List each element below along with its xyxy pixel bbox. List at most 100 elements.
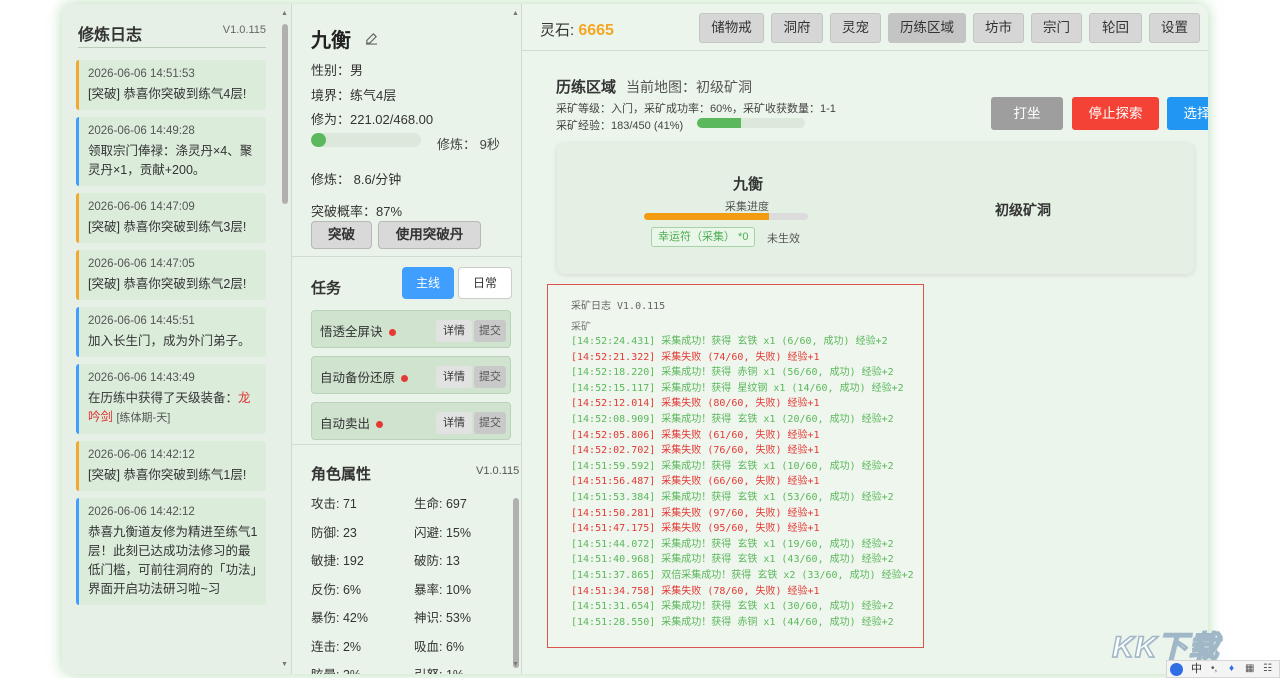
ime-logo-icon	[1170, 663, 1183, 676]
log-time: 2026-06-06 14:45:51	[88, 315, 195, 327]
log-version: V1.0.115	[222, 24, 266, 36]
task-section: 任务 主线 日常 悟透全屏诀 详情 提交 自动备份还原 详情 提交 自动卖出 详…	[292, 257, 521, 445]
stop-explore-button[interactable]: 停止探索	[1072, 97, 1159, 130]
scroll-down-icon[interactable]: ▼	[281, 661, 288, 668]
cultivation-log-panel: 修炼日志 V1.0.115 2026-06-06 14:51:53 [突破] 恭…	[62, 4, 292, 674]
edit-icon[interactable]	[365, 32, 378, 45]
meditate-button[interactable]: 打坐	[991, 97, 1063, 130]
log-message: 在历练中获得了天级装备：龙吟剑 [练体期-天]	[88, 389, 258, 428]
scroll-up-icon[interactable]: ▲	[512, 10, 519, 17]
ime-keyboard-icon[interactable]: ▦	[1245, 661, 1254, 677]
nav-storage-ring[interactable]: 储物戒	[699, 13, 764, 43]
mining-exp-bar	[697, 118, 805, 128]
attribute-row: 攻击: 71 生命: 697	[311, 493, 516, 522]
tab-daily-quest[interactable]: 日常	[458, 267, 512, 299]
log-time: 2026-06-06 14:42:12	[88, 449, 195, 461]
log-time: 2026-06-06 14:51:53	[88, 68, 195, 80]
attribute-value: 反伤: 6%	[311, 582, 362, 597]
select-map-button[interactable]: 选择地图	[1167, 97, 1208, 130]
scroll-down-icon[interactable]: ▼	[512, 661, 519, 668]
use-pill-button[interactable]: 使用突破丹	[378, 221, 481, 249]
main-area: 灵石: 6665 储物戒 洞府 灵宠 历练区域 坊市 宗门 轮回 设置 历练区域…	[522, 4, 1208, 674]
cultivation-progress-bar	[311, 133, 421, 147]
log-message: 加入长生门，成为外门弟子。	[88, 334, 251, 348]
ime-menu-icon[interactable]: ☷	[1263, 661, 1272, 677]
mining-log: 采矿日志 V1.0.115 采矿 [14:52:24.431] 采集成功！获得 …	[547, 284, 924, 648]
task-name: 自动备份还原	[320, 367, 409, 386]
mining-log-line: [14:52:18.220] 采集成功！获得 赤铜 x1 (56/60, 成功)…	[571, 367, 894, 379]
mining-log-line: [14:51:56.487] 采集失败 (66/60, 失败) 经验+1	[571, 476, 820, 488]
task-title: 任务	[311, 280, 342, 297]
nav-explore-area[interactable]: 历练区域	[888, 13, 966, 43]
task-submit-button[interactable]: 提交	[474, 320, 506, 342]
notification-dot-icon	[388, 329, 396, 337]
mining-log-line: [14:51:53.384] 采集成功！获得 玄铁 x1 (53/60, 成功)…	[571, 491, 894, 503]
scroll-up-icon[interactable]: ▲	[281, 10, 288, 17]
mine-map-name: 初级矿洞	[995, 202, 1051, 218]
ime-microphone-icon[interactable]: ♦	[1229, 661, 1234, 677]
ime-language[interactable]: 中	[1191, 661, 1202, 677]
attribute-row: 防御: 23 闪避: 15%	[311, 522, 516, 551]
attribute-value: 眩晕: 3%	[311, 664, 361, 674]
task-submit-button[interactable]: 提交	[474, 366, 506, 388]
log-scrollbar[interactable]: ▲ ▼	[281, 8, 289, 670]
task-name-text: 自动备份还原	[320, 371, 396, 385]
mining-log-subtitle: 采矿	[571, 322, 591, 333]
gather-progress-fill	[644, 213, 769, 220]
breakthrough-button[interactable]: 突破	[311, 221, 372, 249]
spirit-stone-counter: 灵石: 6665	[540, 19, 614, 40]
task-detail-button[interactable]: 详情	[436, 412, 472, 434]
tab-main-quest[interactable]: 主线	[402, 267, 454, 299]
mining-log-line: [14:51:59.592] 采集成功！获得 玄铁 x1 (10/60, 成功)…	[571, 460, 894, 472]
mining-log-line: [14:52:12.014] 采集失败 (80/60, 失败) 经验+1	[571, 398, 820, 410]
attribute-row: 暴伤: 42% 神识: 53%	[311, 607, 516, 636]
mining-log-title: 采矿日志 V1.0.115	[571, 301, 666, 312]
character-name: 九衡	[311, 30, 351, 52]
mining-log-line: [14:52:21.322] 采集失败 (74/60, 失败) 经验+1	[571, 351, 820, 363]
mining-log-line: [14:51:37.865] 双倍采集成功！获得 玄铁 x2 (33/60, 成…	[571, 569, 914, 581]
attribute-value: 暴伤: 42%	[311, 611, 368, 625]
attribute-row: 敏捷: 192 破防: 13	[311, 550, 516, 579]
nav-market[interactable]: 坊市	[973, 13, 1024, 43]
task-detail-button[interactable]: 详情	[436, 320, 472, 342]
nav-sect[interactable]: 宗门	[1031, 13, 1082, 43]
ime-punctuation-icon[interactable]: •,	[1211, 661, 1217, 677]
character-scrollbar[interactable]: ▲ ▼	[512, 8, 520, 670]
top-bar: 灵石: 6665 储物戒 洞府 灵宠 历练区域 坊市 宗门 轮回 设置	[522, 4, 1208, 51]
log-message: 恭喜九衡道友修为精进至练气1层！此刻已达成功法修习的最低门槛，可前往洞府的「功法…	[88, 525, 258, 596]
nav-reincarnation[interactable]: 轮回	[1089, 13, 1142, 43]
realm-label: 境界：练气4层	[311, 88, 397, 103]
log-message: [突破] 恭喜你突破到练气3层!	[88, 220, 247, 234]
mining-log-line: [14:51:40.968] 采集成功！获得 玄铁 x1 (43/60, 成功)…	[571, 554, 894, 566]
log-time: 2026-06-06 14:47:05	[88, 258, 195, 270]
log-time: 2026-06-06 14:42:12	[88, 506, 195, 518]
attribute-row: 眩晕: 3% 引怒: 1%	[311, 664, 516, 674]
nav-pet[interactable]: 灵宠	[830, 13, 881, 43]
spirit-stone-value: 6665	[578, 22, 614, 39]
gender-label: 性别：男	[311, 63, 364, 78]
attribute-value: 引怒: 1%	[414, 664, 464, 674]
notification-dot-icon	[376, 421, 384, 429]
task-item: 自动备份还原 详情 提交	[311, 356, 511, 394]
log-time: 2026-06-06 14:47:09	[88, 201, 195, 213]
ime-toolbar[interactable]: 中 •, ♦ ▦ ☷	[1166, 660, 1280, 678]
scroll-thumb[interactable]	[282, 24, 288, 204]
mining-log-line: [14:51:44.072] 采集成功！获得 玄铁 x1 (19/60, 成功)…	[571, 538, 894, 550]
attribute-value: 连击: 2%	[311, 639, 362, 654]
attributes-section: 角色属性 V1.0.115 攻击: 71 生命: 697 防御: 23 闪避: 15…	[292, 445, 521, 674]
mining-exp-fill	[697, 118, 742, 128]
scroll-thumb[interactable]	[513, 498, 519, 668]
mining-log-line: [14:52:05.806] 采集失败 (61/60, 失败) 经验+1	[571, 429, 820, 441]
cultivation-rate: 修炼： 8.6/分钟	[311, 172, 402, 187]
task-submit-button[interactable]: 提交	[474, 412, 506, 434]
log-entry: 2026-06-06 14:43:49 在历练中获得了天级装备：龙吟剑 [练体期…	[76, 364, 266, 434]
nav-settings[interactable]: 设置	[1149, 13, 1200, 43]
task-name: 自动卖出	[320, 413, 384, 432]
nav-cave[interactable]: 洞府	[771, 13, 823, 43]
task-detail-button[interactable]: 详情	[436, 366, 472, 388]
attribute-row: 反伤: 6% 暴率: 10%	[311, 579, 516, 608]
log-message: [突破] 恭喜你突破到练气2层!	[88, 277, 247, 291]
cultivation-timer: 修炼： 9秒	[437, 137, 500, 152]
log-message: [突破] 恭喜你突破到练气1层!	[88, 468, 247, 482]
attribute-value: 神识: 53%	[414, 611, 471, 625]
